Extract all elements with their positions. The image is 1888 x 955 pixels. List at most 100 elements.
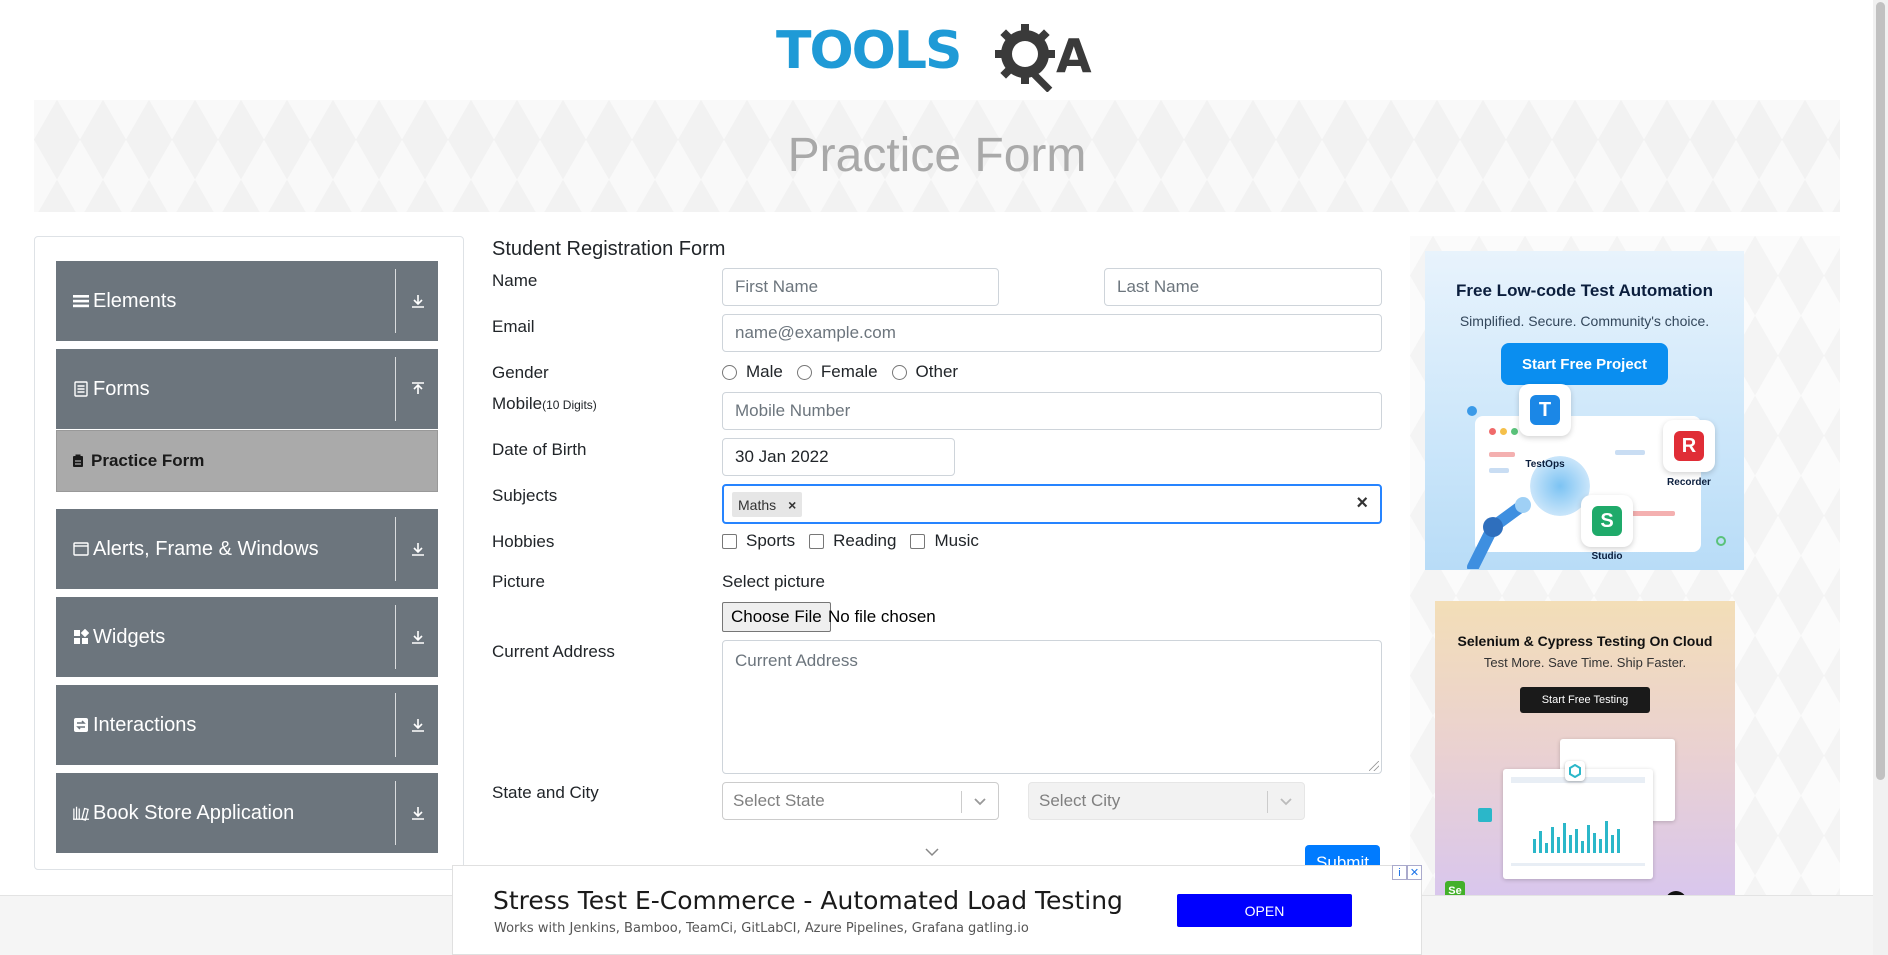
download-icon[interactable] <box>407 714 429 736</box>
radio-label: Other <box>915 362 959 381</box>
hobby-reading-checkbox[interactable]: Reading <box>809 531 896 551</box>
current-address-textarea[interactable]: Current Address <box>722 640 1382 774</box>
mobile-label: Mobile(10 Digits) <box>492 394 597 413</box>
hobbies-checkbox-group: Sports Reading Music <box>722 531 993 551</box>
vertical-scrollbar[interactable] <box>1873 0 1888 955</box>
choose-file-button[interactable]: Choose File <box>722 602 831 632</box>
radio-label: Male <box>746 362 783 381</box>
hobby-sports-checkbox[interactable]: Sports <box>722 531 795 551</box>
ad-choices: i ✕ <box>1392 865 1422 880</box>
hobby-music-checkbox[interactable]: Music <box>910 531 979 551</box>
ad-headline: Stress Test E-Commerce - Automated Load … <box>493 886 1123 915</box>
ad-info-icon[interactable]: i <box>1392 865 1407 880</box>
katalon-ad[interactable]: Free Low-code Test Automation Simplified… <box>1425 251 1744 570</box>
open-ad-button[interactable]: OPEN <box>1177 894 1352 927</box>
lambdatest-logo-icon <box>1565 761 1585 781</box>
chevron-down-icon <box>1280 798 1292 806</box>
sidebar-group-elements[interactable]: Elements <box>56 261 438 341</box>
select-picture-label: Select picture <box>722 572 825 591</box>
page-banner: Practice Form <box>34 100 1840 212</box>
chevron-down-icon <box>974 798 986 806</box>
date-of-birth-input[interactable]: 30 Jan 2022 <box>722 438 955 476</box>
start-free-testing-button[interactable]: Start Free Testing <box>1520 687 1650 713</box>
sidebar-group-forms[interactable]: Forms <box>56 349 438 429</box>
ad-subline: Works with Jenkins, Bamboo, TeamCi, GitL… <box>494 921 1029 936</box>
current-address-label: Current Address <box>492 642 615 661</box>
sidebar-group-label: Book Store Application <box>93 801 295 824</box>
picture-label: Picture <box>492 572 545 591</box>
hobbies-label: Hobbies <box>492 532 555 551</box>
sidebar-group-label: Alerts, Frame & Windows <box>93 537 319 560</box>
window-icon <box>73 541 89 557</box>
interactions-icon <box>73 717 89 733</box>
sidebar-group-widgets[interactable]: Widgets <box>56 597 438 677</box>
clear-subjects-icon[interactable]: × <box>1356 492 1368 515</box>
sidebar: Elements Forms Practice Form Alerts, Fra… <box>34 236 464 870</box>
state-city-label: State and City <box>492 783 599 802</box>
ad-headline: Selenium & Cypress Testing On Cloud <box>1457 633 1713 649</box>
sidebar-item-practice-form[interactable]: Practice Form <box>56 430 438 492</box>
email-label: Email <box>492 317 535 336</box>
gender-male-radio[interactable]: Male <box>722 362 783 382</box>
page-title: Practice Form <box>787 129 1087 182</box>
download-icon[interactable] <box>407 626 429 648</box>
scroll-down-chevron-icon[interactable] <box>925 847 939 857</box>
mobile-input[interactable]: Mobile Number <box>722 392 1382 430</box>
form-title: Student Registration Form <box>492 238 726 260</box>
mobile-hint: (10 Digits) <box>542 398 597 412</box>
subjects-label: Subjects <box>492 486 558 505</box>
toolsqa-logo[interactable]: TOOLS A <box>776 14 1100 93</box>
textarea-placeholder: Current Address <box>735 651 858 670</box>
download-icon[interactable] <box>407 538 429 560</box>
resize-handle-icon[interactable] <box>1369 761 1379 771</box>
bottom-banner-ad[interactable]: Stress Test E-Commerce - Automated Load … <box>452 865 1422 955</box>
subjects-input[interactable]: Maths × × <box>722 484 1382 524</box>
studio-app-icon: S <box>1581 495 1633 547</box>
gender-label: Gender <box>492 363 549 382</box>
shield-icon <box>1478 808 1492 822</box>
email-input[interactable]: name@example.com <box>722 314 1382 352</box>
download-icon[interactable] <box>407 802 429 824</box>
start-free-project-button[interactable]: Start Free Project <box>1501 343 1668 385</box>
lambdatest-ad[interactable]: Selenium & Cypress Testing On Cloud Test… <box>1435 601 1735 913</box>
dashboard-screenshot <box>1503 769 1653 879</box>
scrollbar-thumb[interactable] <box>1876 2 1885 780</box>
widgets-icon <box>73 629 89 645</box>
gender-other-radio[interactable]: Other <box>891 362 959 382</box>
form-icon <box>71 454 85 468</box>
radio-label: Female <box>820 362 878 381</box>
ad-subline: Test More. Save Time. Ship Faster. <box>1483 655 1687 670</box>
file-status-text: No file chosen <box>828 607 936 626</box>
city-select[interactable]: Select City <box>1028 782 1305 820</box>
download-icon[interactable] <box>407 290 429 312</box>
state-select-placeholder: Select State <box>733 791 825 810</box>
remove-subject-icon[interactable]: × <box>782 497 802 513</box>
checkbox-label: Reading <box>833 531 897 550</box>
sidebar-group-label: Forms <box>93 377 150 400</box>
robot-arm-illustration <box>1467 497 1531 569</box>
logo-text-tools: TOOLS <box>776 21 960 81</box>
sidebar-group-book-store[interactable]: Book Store Application <box>56 773 438 853</box>
menu-icon <box>73 293 89 309</box>
document-icon <box>73 381 89 397</box>
gear-magnifier-logo-icon <box>995 24 1055 93</box>
sidebar-group-label: Elements <box>93 289 177 312</box>
recorder-app-icon: R <box>1663 420 1715 472</box>
name-label: Name <box>492 271 538 290</box>
ad-subline: Simplified. Secure. Community's choice. <box>1459 313 1710 329</box>
subject-chip-label: Maths <box>738 496 777 513</box>
state-select[interactable]: Select State <box>722 782 999 820</box>
sidebar-group-label: Widgets <box>93 625 166 648</box>
first-name-input[interactable]: First Name <box>722 268 999 306</box>
books-icon <box>73 805 89 821</box>
sidebar-group-interactions[interactable]: Interactions <box>56 685 438 765</box>
upload-icon[interactable] <box>407 378 429 400</box>
subject-chip: Maths × <box>732 492 803 517</box>
checkbox-label: Sports <box>746 531 796 550</box>
sidebar-group-alerts-frame-windows[interactable]: Alerts, Frame & Windows <box>56 509 438 589</box>
testops-app-icon: T <box>1519 384 1571 436</box>
last-name-input[interactable]: Last Name <box>1104 268 1382 306</box>
gender-female-radio[interactable]: Female <box>796 362 878 382</box>
ad-close-icon[interactable]: ✕ <box>1407 865 1422 880</box>
app-label: Recorder <box>1667 477 1711 488</box>
